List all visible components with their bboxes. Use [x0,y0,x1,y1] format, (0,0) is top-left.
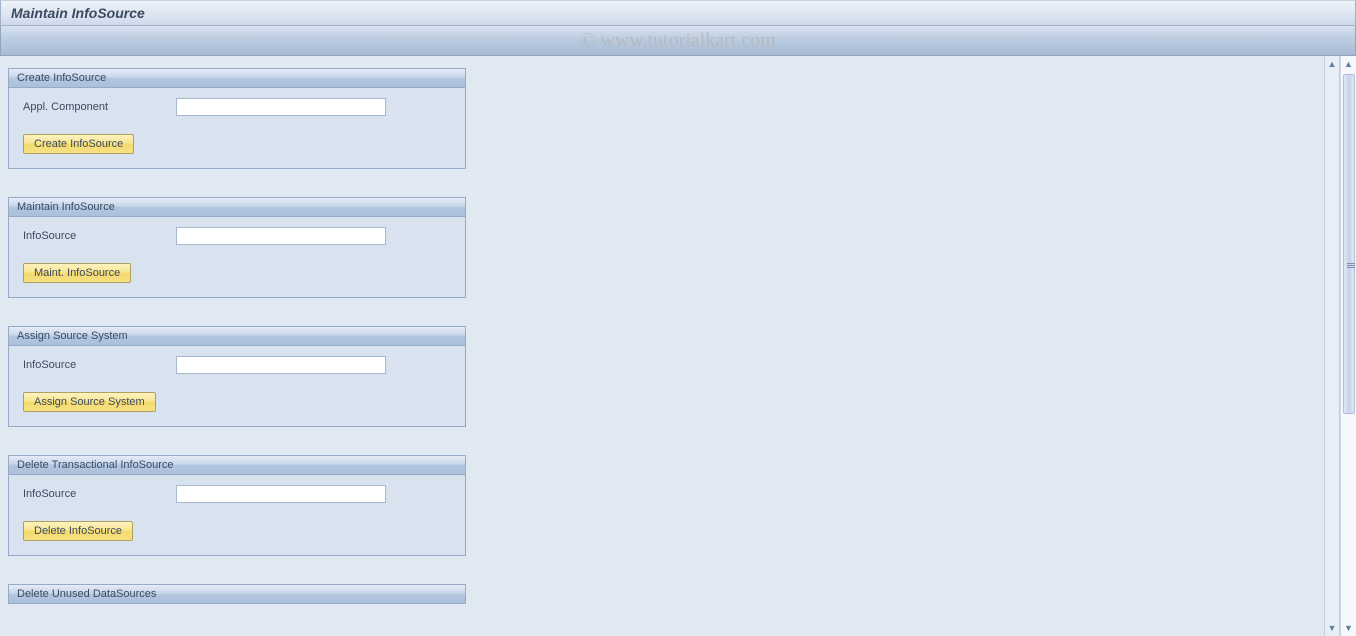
infosource-label: InfoSource [21,359,176,371]
form-row: InfoSource [21,485,453,503]
scroll-up-icon[interactable]: ▲ [1326,58,1338,70]
title-bar: Maintain InfoSource [0,0,1356,26]
panel-header: Delete Transactional InfoSource [9,456,465,475]
maintain-infosource-input[interactable] [176,227,386,245]
panel-create-infosource: Create InfoSource Appl. Component Create… [8,68,466,169]
content-area: Create InfoSource Appl. Component Create… [0,56,1324,636]
scroll-grip-icon [1347,261,1355,269]
form-row: Appl. Component [21,98,453,116]
appl-component-input[interactable] [176,98,386,116]
scroll-down-icon[interactable]: ▼ [1326,622,1338,634]
panel-body: Appl. Component Create InfoSource [9,88,465,168]
panel-header: Create InfoSource [9,69,465,88]
panel-body: InfoSource Maint. InfoSource [9,217,465,297]
infosource-label: InfoSource [21,488,176,500]
scroll-thumb[interactable] [1343,74,1355,414]
scroll-down-icon[interactable]: ▼ [1343,622,1355,634]
delete-infosource-button[interactable]: Delete InfoSource [23,521,133,541]
assign-source-system-button[interactable]: Assign Source System [23,392,156,412]
outer-scrollbar[interactable]: ▲ ▼ [1340,56,1356,636]
form-row: InfoSource [21,227,453,245]
content-wrapper: Create InfoSource Appl. Component Create… [0,56,1356,636]
panel-delete-unused-datasources: Delete Unused DataSources [8,584,466,604]
assign-infosource-input[interactable] [176,356,386,374]
toolbar: © www.tutorialkart.com [0,26,1356,56]
form-row: InfoSource [21,356,453,374]
panel-header: Maintain InfoSource [9,198,465,217]
panel-maintain-infosource: Maintain InfoSource InfoSource Maint. In… [8,197,466,298]
delete-infosource-input[interactable] [176,485,386,503]
scroll-up-icon[interactable]: ▲ [1343,58,1355,70]
panel-body: InfoSource Delete InfoSource [9,475,465,555]
panel-delete-transactional-infosource: Delete Transactional InfoSource InfoSour… [8,455,466,556]
panel-body: InfoSource Assign Source System [9,346,465,426]
appl-component-label: Appl. Component [21,101,176,113]
inner-scrollbar[interactable]: ▲ ▼ [1324,56,1340,636]
panel-assign-source-system: Assign Source System InfoSource Assign S… [8,326,466,427]
panel-header: Delete Unused DataSources [9,585,465,604]
watermark: © www.tutorialkart.com [580,29,776,52]
maint-infosource-button[interactable]: Maint. InfoSource [23,263,131,283]
create-infosource-button[interactable]: Create InfoSource [23,134,134,154]
page-title: Maintain InfoSource [11,5,145,21]
panel-header: Assign Source System [9,327,465,346]
infosource-label: InfoSource [21,230,176,242]
